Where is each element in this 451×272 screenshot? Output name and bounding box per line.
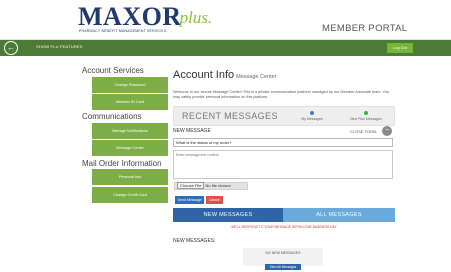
my-messages-label: My Messages [301, 117, 323, 121]
arrow-left-circle-icon[interactable]: ← [4, 41, 18, 55]
logo-tagline: PHARMACY BENEFIT MANAGEMENT SERVICES [79, 29, 167, 33]
sidebar-item-message-center[interactable]: Message Center [92, 140, 168, 156]
send-message-button[interactable]: Send Message [175, 196, 204, 204]
main-content: Account Info Message Center Welcome to ou… [172, 56, 451, 272]
choose-file-button[interactable]: Choose File [177, 182, 205, 189]
empty-messages-box: NO NEW MESSAGES View All Messages [243, 248, 323, 270]
cancel-button[interactable]: Cancel [206, 196, 223, 204]
intro-text: Welcome to our secure Message Center! Th… [173, 90, 389, 99]
sidebar-item-manage-notifications[interactable]: Manage Notifications [92, 123, 168, 139]
file-upload-control[interactable]: Choose File No file chosen [174, 182, 248, 190]
sidebar-heading-mail-order: Mail Order Information [82, 159, 162, 168]
view-all-messages-button[interactable]: View All Messages [265, 264, 301, 270]
logout-button[interactable]: Log Out [387, 43, 413, 53]
logo-plus: plus. [179, 8, 213, 27]
sidebar-item-change-credit-card[interactable]: Change Credit Card [92, 187, 168, 203]
tab-all-messages[interactable]: ALL MESSAGES [283, 208, 395, 222]
message-subject-input[interactable] [173, 138, 393, 147]
back-link[interactable]: SHOW FLU FEATURES [36, 44, 83, 49]
tab-new-messages[interactable]: NEW MESSAGES [173, 208, 283, 222]
new-messages-label: NEW MESSAGES: [173, 238, 216, 244]
nav-bar: ← SHOW FLU FEATURES Log Out [0, 40, 451, 56]
empty-messages-text: NO NEW MESSAGES [265, 251, 301, 255]
sidebar-item-change-password[interactable]: Change Password [92, 77, 168, 93]
page-subtitle: Message Center [236, 74, 277, 80]
green-dot-icon [364, 111, 368, 115]
blue-dot-icon [310, 111, 314, 115]
sidebar-item-personal-info[interactable]: Personal Info [92, 169, 168, 185]
recent-messages-title: RECENT MESSAGES [182, 111, 278, 121]
site-header: MAXORplus. PHARMACY BENEFIT MANAGEMENT S… [0, 0, 451, 40]
close-form-link[interactable]: CLOSE FORM [350, 129, 376, 134]
minus-icon[interactable]: − [382, 126, 392, 136]
message-body-textarea[interactable] [173, 150, 393, 179]
page-title-text: Account Info [173, 69, 235, 81]
no-file-label: No file chosen [205, 183, 231, 188]
sidebar-heading-account-services: Account Services [82, 66, 144, 75]
my-messages-stat[interactable]: My Messages [292, 111, 332, 121]
new-plus-messages-stat[interactable]: New Plus Messages [346, 111, 386, 121]
message-tabs: NEW MESSAGES ALL MESSAGES [173, 208, 395, 222]
recent-messages-panel: RECENT MESSAGES My Messages New Plus Mes… [173, 106, 395, 126]
portal-title: MEMBER PORTAL [322, 23, 408, 34]
sidebar-item-member-id-card[interactable]: Member ID Card [92, 94, 168, 110]
new-message-label: NEW MESSAGE [173, 128, 211, 134]
new-plus-messages-label: New Plus Messages [350, 117, 382, 121]
logo-wordmark: MAXOR [78, 2, 182, 31]
page-title: Account Info Message Center [173, 69, 277, 81]
response-notice: WE'LL RESPOND TO YOUR MESSAGE WITHIN ONE… [231, 225, 337, 229]
maxor-plus-logo[interactable]: MAXORplus. PHARMACY BENEFIT MANAGEMENT S… [78, 4, 212, 34]
sidebar-heading-communications: Communications [82, 112, 142, 121]
